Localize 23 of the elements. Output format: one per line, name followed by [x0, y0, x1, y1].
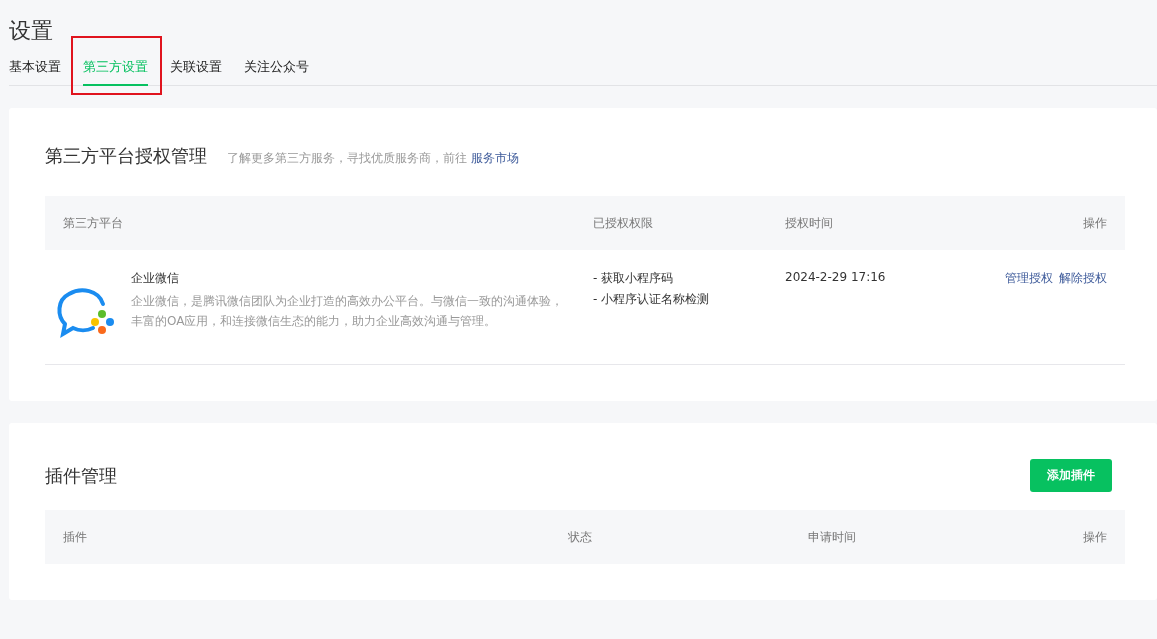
auth-time: 2024-2-29 17:16	[785, 270, 886, 284]
column-header: 插件	[45, 510, 550, 564]
section-title: 第三方平台授权管理	[45, 144, 207, 168]
market-link[interactable]: 服务市场	[470, 151, 519, 165]
section-title: 插件管理	[45, 463, 117, 488]
action-link[interactable]: 解除授权	[1059, 270, 1107, 287]
tab[interactable]: 基本设置	[9, 58, 61, 86]
column-header: 状态	[550, 510, 790, 564]
action-link[interactable]: 管理授权	[1005, 270, 1053, 287]
platform-description: 企业微信，是腾讯微信团队为企业打造的高效办公平台。与微信一致的沟通体验，丰富的OA应用，和连接微信生态的能力，助力企业高效沟通与管理。	[131, 293, 564, 330]
hint-text: 了解更多第三方服务，寻找优质服务商，前往 服务市场	[227, 150, 519, 167]
tab[interactable]: 关注公众号	[244, 58, 309, 86]
column-header: 操作	[1035, 510, 1125, 564]
column-header: 授权时间	[767, 196, 967, 250]
column-header: 已授权权限	[575, 196, 767, 250]
column-header: 操作	[967, 196, 1125, 250]
column-header: 申请时间	[790, 510, 1035, 564]
permission-item: - 小程序认证名称检测	[593, 291, 710, 308]
column-header: 第三方平台	[45, 196, 575, 250]
platform-name: 企业微信	[131, 270, 180, 287]
permission-item: - 获取小程序码	[593, 270, 675, 287]
page-title: 设置	[9, 17, 54, 45]
tab[interactable]: 关联设置	[170, 58, 222, 86]
